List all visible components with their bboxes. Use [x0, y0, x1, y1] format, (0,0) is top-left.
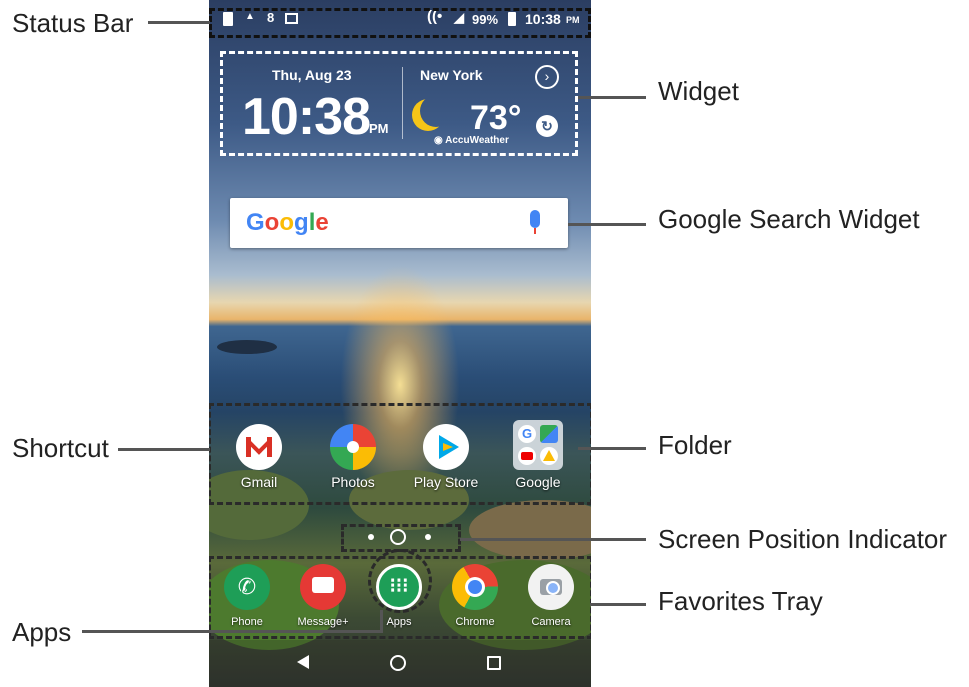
- shortcut-highlight: [209, 403, 591, 505]
- google-logo-letter: g: [294, 209, 309, 236]
- callout-line: [590, 603, 646, 606]
- google-logo: Google: [246, 209, 329, 237]
- callout-line: [578, 96, 646, 99]
- callout-line: [578, 447, 646, 450]
- callout-favorites-tray: Favorites Tray: [658, 586, 823, 616]
- google-logo-letter: G: [246, 209, 265, 236]
- google-logo-letter: o: [279, 209, 295, 236]
- callout-line: [568, 223, 646, 226]
- apps-highlight: [368, 549, 432, 613]
- callout-line-vertical: [380, 610, 383, 633]
- home-icon[interactable]: [390, 655, 406, 671]
- google-logo-letter: o: [264, 209, 280, 236]
- callout-folder: Folder: [658, 430, 732, 460]
- wallpaper-rock: [469, 500, 591, 560]
- callout-status-bar: Status Bar: [12, 8, 134, 38]
- callout-line: [148, 21, 210, 24]
- recents-icon[interactable]: [487, 656, 501, 670]
- callout-line: [118, 448, 210, 451]
- status-bar-highlight: [209, 8, 591, 38]
- widget-highlight: [220, 51, 578, 156]
- callout-line: [460, 538, 646, 541]
- callout-widget: Widget: [658, 76, 739, 106]
- google-search-bar[interactable]: Google: [230, 198, 568, 248]
- page-indicator-highlight: [341, 524, 461, 552]
- phone-screen: ▲ 8 ((• ◢ 99% 10:38 PM Thu, Aug 23 10:38…: [209, 0, 591, 687]
- callout-screen-position-indicator: Screen Position Indicator: [658, 524, 948, 554]
- google-logo-letter: e: [315, 209, 329, 236]
- callout-shortcut: Shortcut: [12, 433, 109, 463]
- callout-google-search-widget: Google Search Widget: [658, 204, 920, 234]
- callout-apps: Apps: [12, 617, 72, 647]
- mic-icon[interactable]: [530, 210, 540, 228]
- mic-icon-stand: [534, 228, 536, 234]
- wallpaper-rock: [217, 340, 277, 354]
- back-icon[interactable]: [297, 655, 309, 669]
- navigation-bar: [209, 640, 591, 687]
- callout-line: [82, 630, 382, 633]
